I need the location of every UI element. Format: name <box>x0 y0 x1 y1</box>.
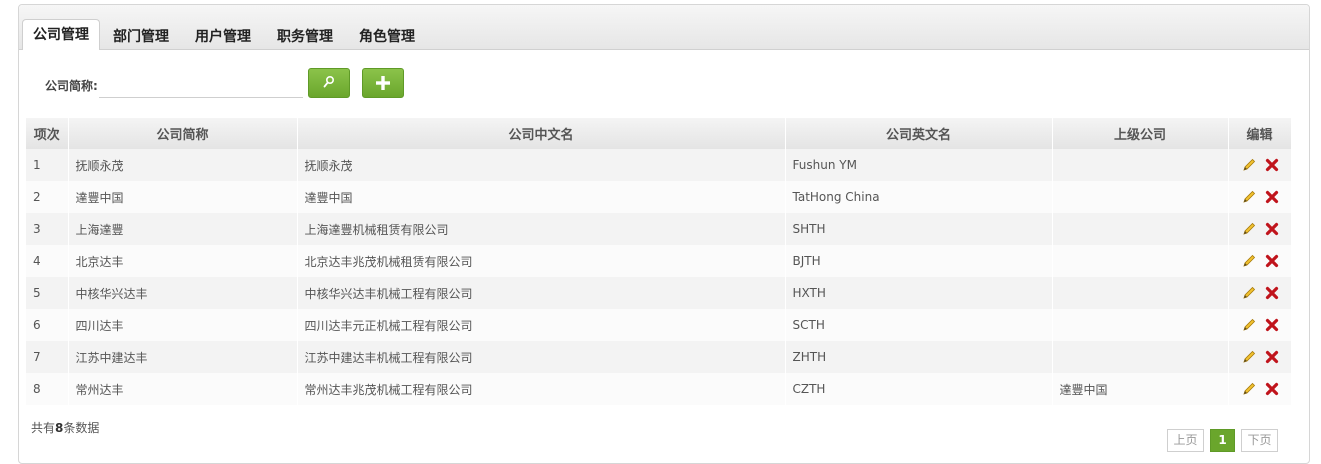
cell-abbr: 中核华兴达丰 <box>68 277 298 309</box>
edit-pencil-icon[interactable] <box>1241 221 1257 237</box>
total-count-text: 共有8条数据 <box>31 419 99 436</box>
table-header-row: 项次 公司简称 公司中文名 公司英文名 上级公司 编辑 <box>26 118 1292 149</box>
table-row[interactable]: 2 達豐中国 達豐中国 TatHong China <box>26 181 1292 213</box>
cell-en-name: TatHong China <box>785 181 1053 213</box>
cell-en-name: CZTH <box>785 373 1053 405</box>
edit-pencil-icon[interactable] <box>1241 285 1257 301</box>
col-header-abbr[interactable]: 公司简称 <box>68 118 298 149</box>
cell-index: 3 <box>26 213 69 245</box>
cell-abbr: 達豐中国 <box>68 181 298 213</box>
company-table: 项次 公司简称 公司中文名 公司英文名 上级公司 编辑 1 抚顺永茂 抚顺永茂 Fus… <box>26 118 1292 405</box>
cell-parent <box>1052 277 1229 309</box>
cell-abbr: 四川达丰 <box>68 309 298 341</box>
cell-abbr: 抚顺永茂 <box>68 149 298 181</box>
edit-pencil-icon[interactable] <box>1241 253 1257 269</box>
cell-cn-name: 常州达丰兆茂机械工程有限公司 <box>297 373 786 405</box>
edit-pencil-icon[interactable] <box>1241 349 1257 365</box>
cell-index: 6 <box>26 309 69 341</box>
cell-actions <box>1228 341 1292 373</box>
cell-actions <box>1228 373 1292 405</box>
cell-en-name: HXTH <box>785 277 1053 309</box>
col-header-parent[interactable]: 上级公司 <box>1052 118 1229 149</box>
search-button[interactable] <box>308 68 350 98</box>
tab-department[interactable]: 部门管理 <box>113 25 169 49</box>
table-row[interactable]: 5 中核华兴达丰 中核华兴达丰机械工程有限公司 HXTH <box>26 277 1292 309</box>
edit-pencil-icon[interactable] <box>1241 317 1257 333</box>
cell-cn-name: 北京达丰兆茂机械租赁有限公司 <box>297 245 786 277</box>
delete-x-icon[interactable] <box>1265 190 1279 204</box>
delete-x-icon[interactable] <box>1265 350 1279 364</box>
cell-index: 1 <box>26 149 69 181</box>
cell-en-name: SHTH <box>785 213 1053 245</box>
table-row[interactable]: 7 江苏中建达丰 江苏中建达丰机械工程有限公司 ZHTH <box>26 341 1292 373</box>
edit-pencil-icon[interactable] <box>1241 189 1257 205</box>
table-row[interactable]: 4 北京达丰 北京达丰兆茂机械租赁有限公司 BJTH <box>26 245 1292 277</box>
col-header-en-name[interactable]: 公司英文名 <box>785 118 1053 149</box>
plus-icon <box>376 76 390 90</box>
total-suffix: 条数据 <box>63 421 100 435</box>
company-abbr-label: 公司简称: <box>45 79 98 93</box>
cell-index: 5 <box>26 277 69 309</box>
delete-x-icon[interactable] <box>1265 318 1279 332</box>
cell-abbr: 北京达丰 <box>68 245 298 277</box>
delete-x-icon[interactable] <box>1265 286 1279 300</box>
cell-cn-name: 抚顺永茂 <box>297 149 786 181</box>
tab-user[interactable]: 用户管理 <box>195 25 251 49</box>
cell-actions <box>1228 213 1292 245</box>
edit-pencil-icon[interactable] <box>1241 381 1257 397</box>
total-prefix: 共有 <box>31 421 56 435</box>
cell-actions <box>1228 149 1292 181</box>
cell-en-name: BJTH <box>785 245 1053 277</box>
add-company-button[interactable] <box>362 68 404 98</box>
tab-bar: 公司管理 部门管理 用户管理 职务管理 角色管理 <box>19 5 1309 50</box>
company-management-panel: 公司管理 部门管理 用户管理 职务管理 角色管理 公司简称: 项次 公司简称 公… <box>18 4 1310 464</box>
cell-actions <box>1228 181 1292 213</box>
cell-actions <box>1228 277 1292 309</box>
tab-company[interactable]: 公司管理 <box>22 19 100 50</box>
cell-abbr: 江苏中建达丰 <box>68 341 298 373</box>
prev-page-button[interactable]: 上页 <box>1167 429 1204 452</box>
cell-cn-name: 中核华兴达丰机械工程有限公司 <box>297 277 786 309</box>
cell-parent <box>1052 181 1229 213</box>
cell-parent <box>1052 149 1229 181</box>
tab-position[interactable]: 职务管理 <box>277 25 333 49</box>
cell-abbr: 上海達豐 <box>68 213 298 245</box>
cell-parent <box>1052 213 1229 245</box>
delete-x-icon[interactable] <box>1265 254 1279 268</box>
cell-en-name: ZHTH <box>785 341 1053 373</box>
cell-cn-name: 四川达丰元正机械工程有限公司 <box>297 309 786 341</box>
cell-actions <box>1228 245 1292 277</box>
cell-parent <box>1052 245 1229 277</box>
cell-actions <box>1228 309 1292 341</box>
search-icon <box>323 76 334 88</box>
col-header-edit: 编辑 <box>1228 118 1292 149</box>
cell-index: 4 <box>26 245 69 277</box>
delete-x-icon[interactable] <box>1265 382 1279 396</box>
table-row[interactable]: 1 抚顺永茂 抚顺永茂 Fushun YM <box>26 149 1292 181</box>
col-header-index[interactable]: 项次 <box>26 118 69 149</box>
company-abbr-input[interactable] <box>99 75 303 98</box>
cell-index: 2 <box>26 181 69 213</box>
cell-en-name: Fushun YM <box>785 149 1053 181</box>
cell-parent: 達豐中国 <box>1052 373 1229 405</box>
cell-parent <box>1052 309 1229 341</box>
table-row[interactable]: 8 常州达丰 常州达丰兆茂机械工程有限公司 CZTH 達豐中国 <box>26 373 1292 405</box>
tab-role[interactable]: 角色管理 <box>359 25 415 49</box>
delete-x-icon[interactable] <box>1265 158 1279 172</box>
cell-cn-name: 江苏中建达丰机械工程有限公司 <box>297 341 786 373</box>
cell-parent <box>1052 341 1229 373</box>
cell-abbr: 常州达丰 <box>68 373 298 405</box>
cell-index: 8 <box>26 373 69 405</box>
delete-x-icon[interactable] <box>1265 222 1279 236</box>
cell-cn-name: 達豐中国 <box>297 181 786 213</box>
page-1-button[interactable]: 1 <box>1210 429 1235 452</box>
next-page-button[interactable]: 下页 <box>1241 429 1278 452</box>
cell-cn-name: 上海達豐机械租赁有限公司 <box>297 213 786 245</box>
cell-en-name: SCTH <box>785 309 1053 341</box>
col-header-cn-name[interactable]: 公司中文名 <box>297 118 786 149</box>
cell-index: 7 <box>26 341 69 373</box>
table-row[interactable]: 6 四川达丰 四川达丰元正机械工程有限公司 SCTH <box>26 309 1292 341</box>
edit-pencil-icon[interactable] <box>1241 157 1257 173</box>
table-row[interactable]: 3 上海達豐 上海達豐机械租赁有限公司 SHTH <box>26 213 1292 245</box>
